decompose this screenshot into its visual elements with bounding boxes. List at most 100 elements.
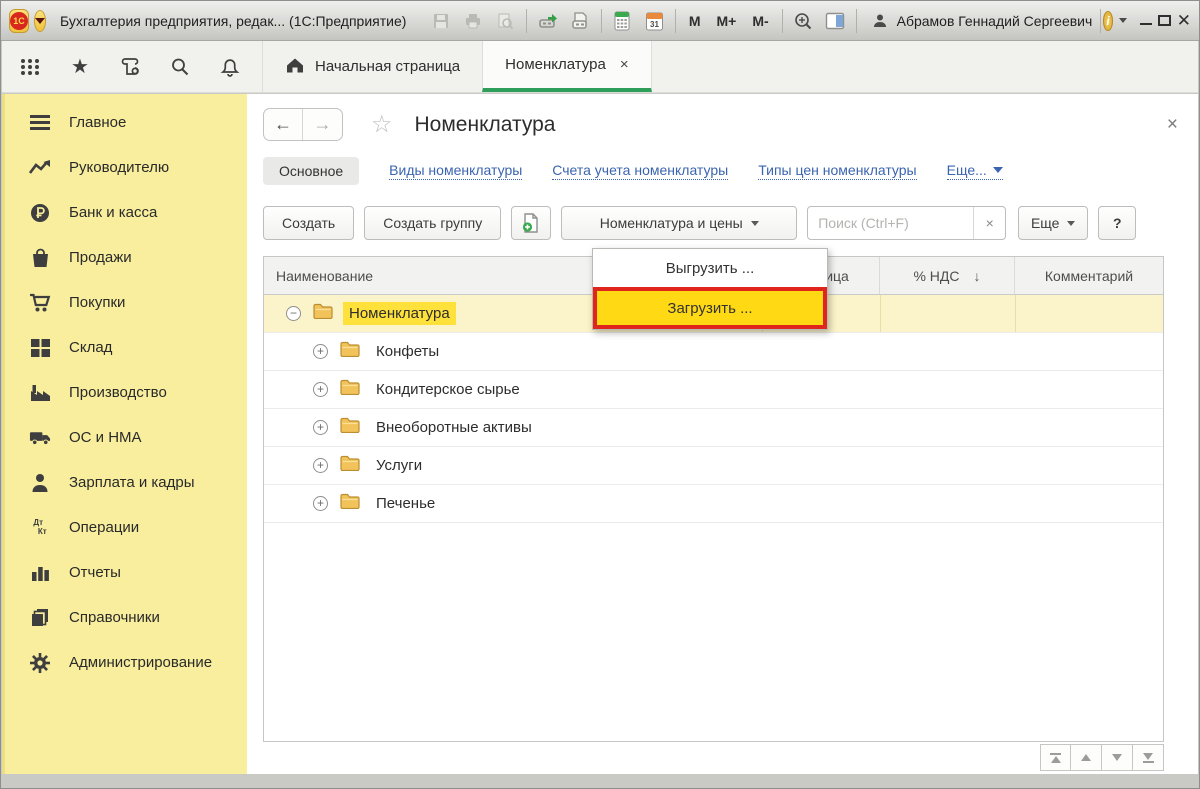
sidebar-item-os-i-nma[interactable]: ОС и НМА	[5, 415, 247, 460]
chevron-down-icon[interactable]	[1119, 18, 1127, 23]
sidebar-item-pokupki[interactable]: Покупки	[5, 280, 247, 325]
sidebar-item-rukovoditelyu[interactable]: Руководителю	[5, 145, 247, 190]
go-down-button[interactable]	[1102, 744, 1133, 771]
history-nav-group: ← →	[263, 108, 343, 141]
section-sidebar: Главное Руководителю Банк и касса Продаж…	[2, 94, 247, 774]
nav-link-scheta-ucheta[interactable]: Счета учета номенклатуры	[552, 162, 728, 180]
table-row-konfety[interactable]: + Конфеты	[264, 333, 1163, 371]
collapse-icon[interactable]: −	[286, 306, 301, 321]
sidebar-item-sklad[interactable]: Склад	[5, 325, 247, 370]
sidebar-item-operacii[interactable]: Дт Кт Операции	[5, 505, 247, 550]
notifications-bell-icon[interactable]	[218, 55, 242, 79]
favorite-star-icon[interactable]: ☆	[371, 110, 393, 139]
table-row-uslugi[interactable]: + Услуги	[264, 447, 1163, 485]
nomenklatura-i-ceny-menu: Выгрузить ... Загрузить ...	[592, 248, 828, 330]
page-close-icon[interactable]: ×	[1167, 114, 1178, 136]
tab-close-icon[interactable]: ×	[620, 56, 629, 73]
menu-item-vygruzit[interactable]: Выгрузить ...	[593, 249, 827, 287]
arrow-down-icon	[1112, 754, 1122, 761]
current-user[interactable]: Абрамов Геннадий Сергеевич	[869, 10, 1093, 32]
table-row-vneoborotnye-aktivy[interactable]: + Внеоборотные активы	[264, 409, 1163, 447]
search-icon[interactable]	[168, 55, 192, 79]
app-window: 1С Бухгалтерия предприятия, редак... (1С…	[0, 0, 1200, 789]
get-link-icon[interactable]	[569, 10, 591, 32]
split-columns-icon[interactable]	[824, 10, 846, 32]
title-bar: 1С Бухгалтерия предприятия, редак... (1С…	[1, 1, 1199, 41]
main-menu-button[interactable]	[34, 10, 46, 32]
create-group-button[interactable]: Создать группу	[364, 206, 501, 240]
menu-item-zagruzit[interactable]: Загрузить ...	[593, 287, 827, 329]
sidebar-item-bank-i-kassa[interactable]: Банк и касса	[5, 190, 247, 235]
chevron-down-icon	[751, 221, 759, 226]
user-icon	[869, 10, 891, 32]
column-header-nds[interactable]: % НДС ↓	[880, 257, 1015, 294]
save-icon[interactable]	[430, 10, 452, 32]
nomenklatura-i-ceny-dropdown[interactable]: Номенклатура и цены	[561, 206, 797, 240]
memory-m-minus-button[interactable]: M-	[749, 13, 771, 29]
zoom-icon[interactable]	[792, 10, 814, 32]
forward-button[interactable]: →	[303, 109, 342, 140]
info-icon[interactable]: i	[1103, 11, 1114, 31]
sidebar-item-prodazhi[interactable]: Продажи	[5, 235, 247, 280]
folder-icon	[313, 303, 333, 324]
print-icon[interactable]	[462, 10, 484, 32]
folder-icon	[340, 455, 360, 476]
nav-link-vidy-nomenklatury[interactable]: Виды номенклатуры	[389, 162, 522, 180]
sidebar-item-spravochniki[interactable]: Справочники	[5, 595, 247, 640]
maximize-button[interactable]	[1158, 10, 1171, 32]
column-header-kommentarij[interactable]: Комментарий	[1015, 257, 1163, 294]
expand-icon[interactable]: +	[313, 344, 328, 359]
history-icon[interactable]	[118, 55, 142, 79]
search-clear-icon[interactable]: ×	[973, 207, 1005, 239]
sidebar-item-zarplata-i-kadry[interactable]: Зарплата и кадры	[5, 460, 247, 505]
window-title: Бухгалтерия предприятия, редак... (1С:Пр…	[60, 13, 406, 29]
create-group-icon-button[interactable]	[511, 206, 551, 240]
nav-link-more[interactable]: Еще...	[947, 162, 1003, 180]
back-button[interactable]: ←	[264, 109, 303, 140]
home-icon	[285, 56, 305, 78]
expand-icon[interactable]: +	[313, 496, 328, 511]
go-up-button[interactable]	[1071, 744, 1102, 771]
tools-menu-icon[interactable]	[18, 55, 42, 79]
table-row-konditerskoe-syrye[interactable]: + Кондитерское сырье	[264, 371, 1163, 409]
minimize-button[interactable]	[1139, 10, 1151, 32]
user-name: Абрамов Геннадий Сергеевич	[897, 13, 1093, 29]
sidebar-item-proizvodstvo[interactable]: Производство	[5, 370, 247, 415]
table-row-pechenye[interactable]: + Печенье	[264, 485, 1163, 523]
expand-icon[interactable]: +	[313, 382, 328, 397]
menu-icon	[29, 112, 51, 134]
expand-icon[interactable]: +	[313, 458, 328, 473]
chevron-down-icon	[35, 18, 45, 24]
bag-icon	[29, 247, 51, 269]
app-logo[interactable]: 1С	[9, 9, 29, 33]
sidebar-item-otchety[interactable]: Отчеты	[5, 550, 247, 595]
gear-icon	[29, 652, 51, 674]
go-first-button[interactable]	[1040, 744, 1071, 771]
nav-tab-osnovnoe[interactable]: Основное	[263, 157, 359, 185]
sidebar-item-glavnoe[interactable]: Главное	[5, 100, 247, 145]
minimize-icon	[1140, 17, 1152, 25]
close-window-button[interactable]: ✕	[1177, 10, 1191, 32]
calculator-icon[interactable]	[611, 10, 633, 32]
tab-home[interactable]: Начальная страница	[262, 41, 482, 92]
go-last-button[interactable]	[1133, 744, 1164, 771]
factory-icon	[29, 382, 51, 404]
favorites-icon[interactable]: ★	[68, 55, 92, 79]
go-last-icon	[1143, 753, 1153, 760]
search-input[interactable]	[808, 215, 973, 231]
calendar-icon[interactable]: 31	[643, 10, 665, 32]
memory-m-button[interactable]: M	[686, 13, 704, 29]
go-to-link-icon[interactable]	[537, 10, 559, 32]
nav-link-tipy-cen[interactable]: Типы цен номенклатуры	[758, 162, 916, 180]
warehouse-icon	[29, 337, 51, 359]
tab-nomenklatura[interactable]: Номенклатура ×	[482, 41, 651, 92]
more-button[interactable]: Еще	[1018, 206, 1088, 240]
memory-m-plus-button[interactable]: M+	[714, 13, 740, 29]
create-button[interactable]: Создать	[263, 206, 354, 240]
page-title: Номенклатура	[415, 113, 556, 137]
help-button[interactable]: ?	[1098, 206, 1136, 240]
row-label: Услуги	[370, 454, 428, 477]
sidebar-item-administrirovanie[interactable]: Администрирование	[5, 640, 247, 685]
preview-icon[interactable]	[494, 10, 516, 32]
expand-icon[interactable]: +	[313, 420, 328, 435]
